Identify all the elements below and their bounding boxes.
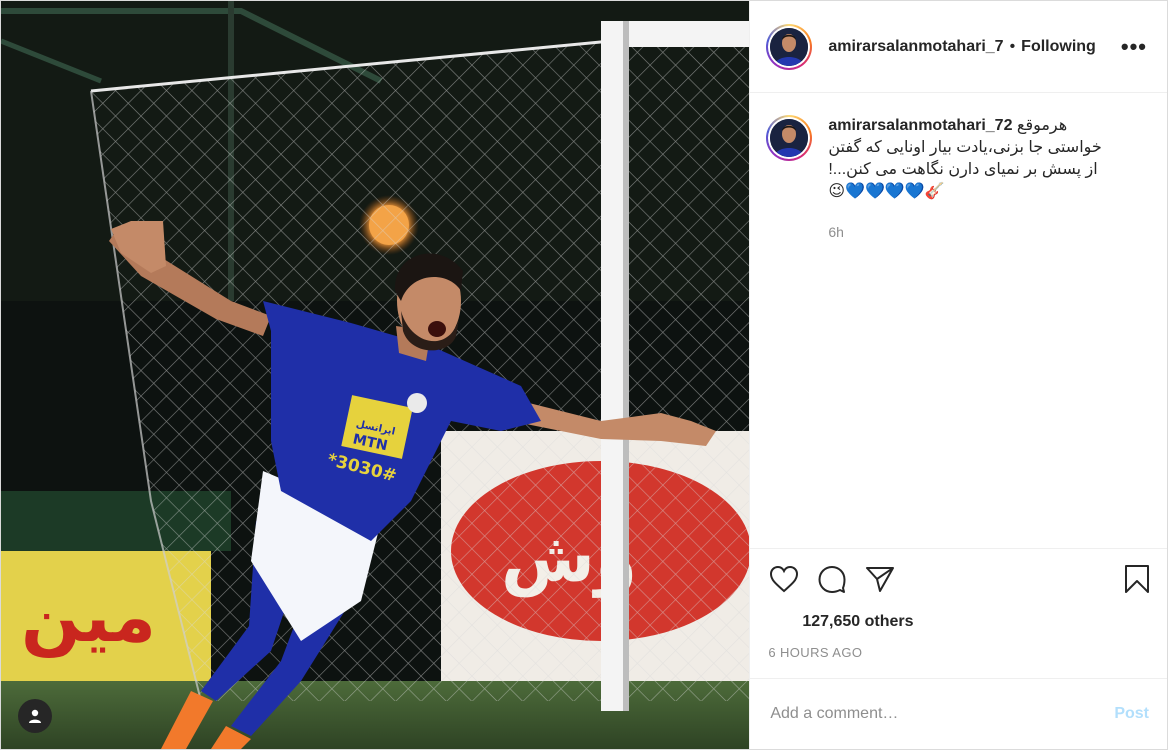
caption-relative-time[interactable]: 6h bbox=[828, 221, 1101, 243]
following-button[interactable]: Following bbox=[1021, 38, 1096, 56]
caption-emojis: 😉💙💙💙💙🎸 bbox=[828, 183, 945, 200]
post-side-panel: amirarsalanmotahari_7 • Following ••• am… bbox=[749, 1, 1167, 749]
caption-line-1: هرموقع bbox=[1016, 117, 1068, 134]
heart-icon bbox=[770, 565, 799, 593]
user-tag-icon bbox=[29, 709, 41, 723]
author-username[interactable]: amirarsalanmotahari_7 bbox=[828, 38, 1003, 56]
follow-separator: • bbox=[1009, 37, 1016, 55]
tagged-users-button[interactable] bbox=[18, 699, 52, 733]
caption-text: amirarsalanmotahari_72 هرموقع خواستی جا … bbox=[828, 115, 1101, 243]
caption-line-3: !...از پسش بر نمیای دارن نگاهت می کنن bbox=[828, 161, 1098, 178]
save-button[interactable] bbox=[1121, 563, 1153, 595]
caption: amirarsalanmotahari_72 هرموقع خواستی جا … bbox=[766, 115, 1151, 243]
likes-row: 127,650 others bbox=[750, 613, 1167, 631]
comment-button[interactable] bbox=[816, 563, 848, 595]
comment-input[interactable] bbox=[768, 704, 1115, 724]
post-comment-button[interactable]: Post bbox=[1114, 705, 1149, 723]
post-photo[interactable]: مین وش bbox=[1, 1, 750, 749]
caption-line-2: خواستی جا بزنی،یادت بیار اونایی که گفتن bbox=[828, 139, 1102, 156]
post-timestamp[interactable]: 6 HOURS AGO bbox=[750, 645, 1167, 660]
post-dialog: مین وش bbox=[0, 0, 1168, 750]
like-button[interactable] bbox=[768, 563, 800, 595]
comment-icon bbox=[818, 566, 846, 593]
comments-section: amirarsalanmotahari_72 هرموقع خواستی جا … bbox=[750, 93, 1167, 548]
author-avatar[interactable] bbox=[766, 23, 813, 70]
avatar-image bbox=[770, 119, 809, 157]
caption-avatar[interactable] bbox=[766, 115, 813, 161]
caption-username[interactable]: amirarsalanmotahari_72 bbox=[828, 117, 1012, 134]
bookmark-icon bbox=[1125, 565, 1149, 593]
svg-text:مین: مین bbox=[21, 576, 156, 658]
share-button[interactable] bbox=[864, 563, 896, 595]
likes-count[interactable]: 127,650 others bbox=[802, 613, 913, 631]
share-icon bbox=[866, 567, 895, 592]
post-footer: 127,650 others 6 HOURS AGO Post bbox=[750, 548, 1167, 749]
more-options-icon[interactable]: ••• bbox=[1117, 35, 1151, 57]
football-celebration-photo: مین وش bbox=[1, 1, 750, 749]
add-comment-bar: Post bbox=[750, 678, 1167, 749]
post-header: amirarsalanmotahari_7 • Following ••• bbox=[750, 1, 1167, 93]
avatar-image bbox=[770, 27, 809, 66]
action-bar bbox=[750, 549, 1167, 609]
